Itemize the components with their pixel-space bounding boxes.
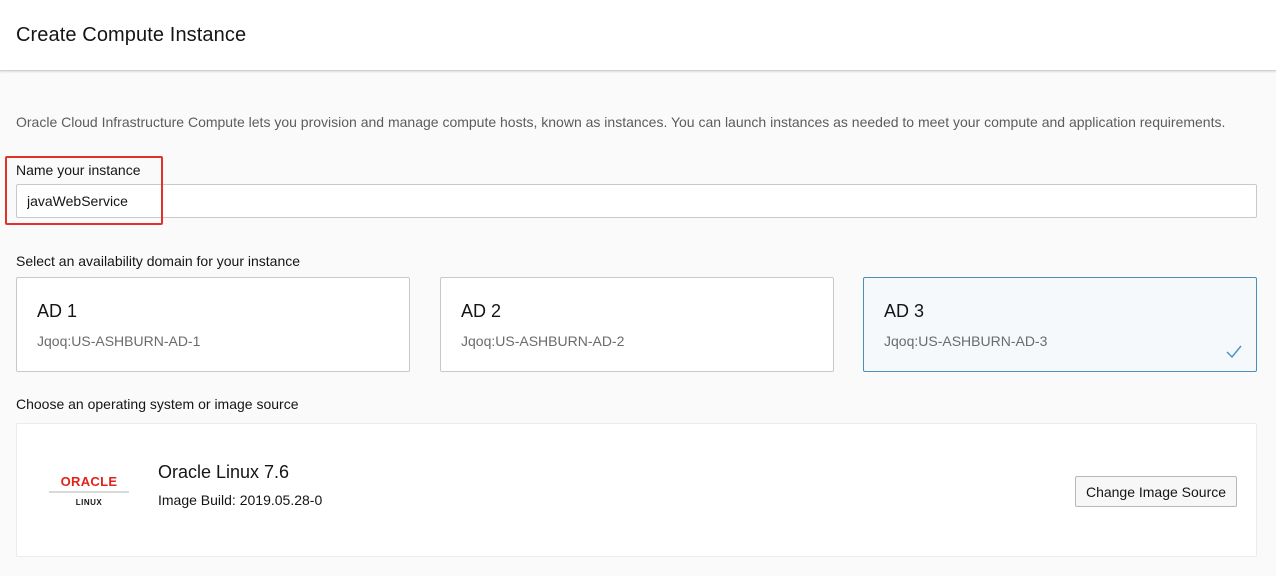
image-source-panel: ORACLE LINUX Oracle Linux 7.6 Image Buil… bbox=[16, 423, 1257, 557]
os-name: Oracle Linux 7.6 bbox=[158, 462, 290, 482]
page-title: Create Compute Instance bbox=[16, 24, 247, 46]
ad-title: AD 1 bbox=[37, 301, 78, 321]
ad-subtitle: Jqoq:US-ASHBURN-AD-2 bbox=[461, 333, 625, 349]
ad-title: AD 3 bbox=[884, 301, 925, 321]
ad-title: AD 2 bbox=[461, 301, 502, 321]
availability-domain-label: Select an availability domain for your i… bbox=[16, 253, 301, 269]
oracle-linux-logo: ORACLE LINUX bbox=[49, 474, 129, 507]
ad-subtitle: Jqoq:US-ASHBURN-AD-3 bbox=[884, 333, 1048, 349]
oracle-logo-text: ORACLE bbox=[61, 474, 118, 489]
instance-name-label: Name your instance bbox=[16, 162, 141, 178]
image-build: Image Build: 2019.05.28-0 bbox=[158, 492, 323, 508]
intro-text: Oracle Cloud Infrastructure Compute lets… bbox=[16, 114, 1226, 130]
ad-card-3[interactable]: AD 3 Jqoq:US-ASHBURN-AD-3 bbox=[863, 277, 1257, 372]
image-source-label: Choose an operating system or image sour… bbox=[16, 396, 299, 412]
linux-logo-text: LINUX bbox=[76, 498, 103, 507]
change-image-source-button[interactable]: Change Image Source bbox=[1075, 476, 1237, 507]
ad-card-2[interactable]: AD 2 Jqoq:US-ASHBURN-AD-2 bbox=[440, 277, 834, 372]
instance-name-input[interactable] bbox=[16, 184, 1257, 218]
checkmark-icon bbox=[1226, 345, 1242, 359]
ad-subtitle: Jqoq:US-ASHBURN-AD-1 bbox=[37, 333, 201, 349]
page-header: Create Compute Instance bbox=[0, 0, 1276, 71]
ad-card-1[interactable]: AD 1 Jqoq:US-ASHBURN-AD-1 bbox=[16, 277, 410, 372]
